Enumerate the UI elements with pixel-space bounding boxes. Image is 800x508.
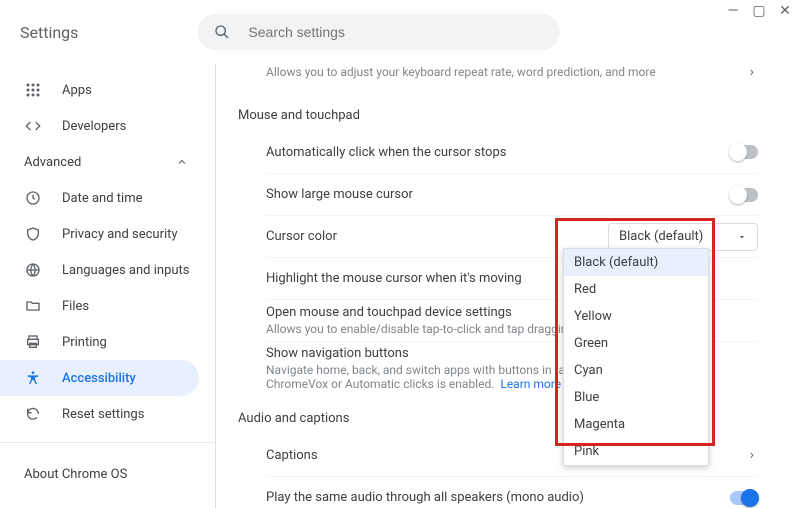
sidebar-item-label: Printing — [62, 335, 107, 350]
row-label: Play the same audio through all speakers… — [266, 490, 730, 505]
folder-icon — [24, 297, 42, 315]
learn-more-link[interactable]: Learn more — [500, 377, 561, 391]
sidebar-section-label: Advanced — [24, 155, 81, 170]
row-autoclick[interactable]: Automatically click when the cursor stop… — [266, 131, 758, 173]
sidebar-item-printing[interactable]: Printing — [0, 324, 199, 360]
sidebar: Apps Developers Advanced Date and time P… — [0, 64, 216, 508]
reset-icon — [24, 405, 42, 423]
toggle-autoclick[interactable] — [730, 145, 758, 159]
section-mouse-touchpad: Mouse and touchpad — [238, 108, 758, 123]
window-maximize-button[interactable]: ▢ — [752, 4, 766, 18]
chevron-right-icon[interactable]: › — [746, 64, 758, 80]
row-label: Show large mouse cursor — [266, 187, 730, 202]
row-label: Automatically click when the cursor stop… — [266, 145, 730, 160]
sidebar-divider — [0, 442, 215, 443]
sidebar-item-label: Files — [62, 299, 89, 314]
dropdown-value: Black (default) — [619, 229, 703, 244]
apps-icon — [24, 81, 42, 99]
sidebar-item-files[interactable]: Files — [0, 288, 199, 324]
code-icon — [24, 117, 42, 135]
search-icon — [214, 24, 230, 40]
chevron-down-icon — [737, 232, 747, 242]
sidebar-item-label: Privacy and security — [62, 227, 178, 242]
sidebar-item-label: Date and time — [62, 191, 143, 206]
dropdown-option[interactable]: Green — [564, 330, 708, 357]
sidebar-item-languages[interactable]: Languages and inputs — [0, 252, 199, 288]
globe-icon — [24, 261, 42, 279]
row-large-cursor[interactable]: Show large mouse cursor — [266, 173, 758, 215]
dropdown-option[interactable]: Blue — [564, 384, 708, 411]
printer-icon — [24, 333, 42, 351]
row-mono-audio[interactable]: Play the same audio through all speakers… — [266, 476, 758, 508]
dropdown-option[interactable]: Pink — [564, 438, 708, 465]
app-title: Settings — [20, 23, 78, 42]
keyboard-helper-text: Allows you to adjust your keyboard repea… — [266, 65, 656, 79]
window-minimize-button[interactable]: — — [726, 4, 740, 18]
sidebar-item-apps[interactable]: Apps — [0, 72, 199, 108]
sidebar-item-about[interactable]: About Chrome OS — [0, 453, 215, 496]
row-label: Cursor color — [266, 229, 608, 244]
dropdown-option[interactable]: Magenta — [564, 411, 708, 438]
search-bar[interactable] — [198, 14, 560, 50]
chevron-up-icon — [173, 153, 191, 171]
main-content: Allows you to adjust your keyboard repea… — [216, 64, 800, 508]
sidebar-item-date-time[interactable]: Date and time — [0, 180, 199, 216]
accessibility-icon — [24, 369, 42, 387]
dropdown-option[interactable]: Cyan — [564, 357, 708, 384]
sidebar-item-developers[interactable]: Developers — [0, 108, 199, 144]
sidebar-item-label: Apps — [62, 83, 92, 98]
sidebar-item-privacy-security[interactable]: Privacy and security — [0, 216, 199, 252]
search-input[interactable] — [246, 23, 544, 41]
sidebar-item-reset[interactable]: Reset settings — [0, 396, 199, 432]
toggle-mono-audio[interactable] — [730, 491, 758, 505]
clock-icon — [24, 189, 42, 207]
sidebar-item-label: Accessibility — [62, 371, 136, 386]
dropdown-option[interactable]: Red — [564, 276, 708, 303]
chevron-right-icon: › — [746, 447, 758, 463]
toggle-large-cursor[interactable] — [730, 188, 758, 202]
sidebar-item-label: Reset settings — [62, 407, 144, 422]
window-close-button[interactable]: ✕ — [778, 4, 792, 18]
sidebar-item-label: Languages and inputs — [62, 263, 190, 278]
sidebar-section-advanced[interactable]: Advanced — [0, 144, 215, 180]
shield-icon — [24, 225, 42, 243]
sidebar-item-accessibility[interactable]: Accessibility — [0, 360, 199, 396]
cursor-color-dropdown-list[interactable]: Black (default)RedYellowGreenCyanBlueMag… — [563, 248, 709, 466]
cursor-color-dropdown[interactable]: Black (default) — [608, 223, 758, 251]
sidebar-item-label: Developers — [62, 119, 126, 134]
dropdown-option[interactable]: Yellow — [564, 303, 708, 330]
dropdown-option[interactable]: Black (default) — [564, 249, 708, 276]
